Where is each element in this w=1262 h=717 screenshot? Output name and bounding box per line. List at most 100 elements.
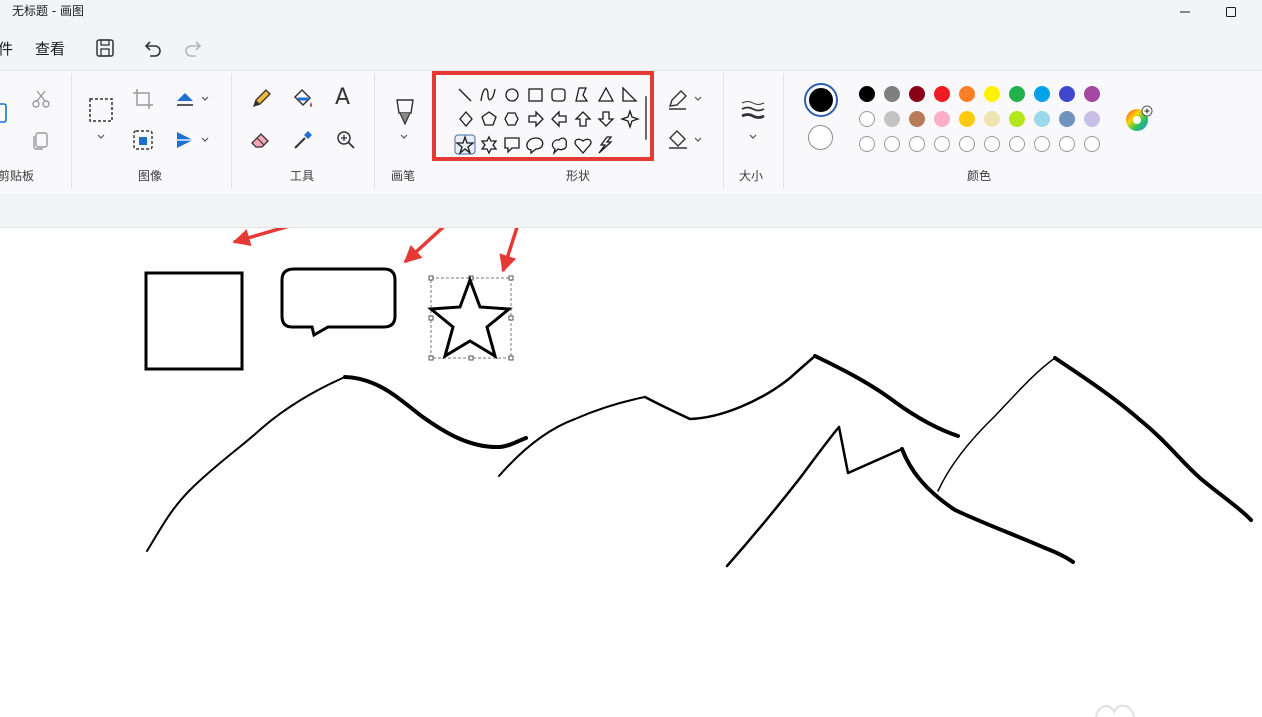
maximize-icon (1226, 7, 1236, 17)
palette-swatch[interactable] (934, 136, 950, 152)
chevron-down-icon[interactable] (97, 133, 105, 141)
primary-color-swatch[interactable] (804, 83, 838, 117)
shape-fill-icon[interactable] (666, 128, 690, 152)
group-label-image: 图像 (138, 169, 163, 183)
palette-swatch[interactable] (909, 136, 925, 152)
heart-shape-icon[interactable] (574, 138, 592, 154)
palette-swatch[interactable] (984, 86, 1000, 102)
palette-swatch[interactable] (1009, 136, 1025, 152)
diamond-shape-icon[interactable] (459, 111, 473, 127)
paste-icon[interactable] (0, 101, 12, 125)
selected-star-shape[interactable] (427, 275, 514, 361)
palette-swatch[interactable] (884, 136, 900, 152)
chevron-down-icon[interactable] (749, 133, 757, 141)
chevron-down-icon[interactable] (201, 95, 209, 103)
palette-swatch[interactable] (1034, 136, 1050, 152)
oval-shape-icon[interactable] (505, 88, 519, 102)
minimize-button[interactable] (1162, 0, 1208, 24)
palette-swatch[interactable] (1059, 86, 1075, 102)
eraser-icon[interactable] (249, 128, 273, 152)
palette-swatch[interactable] (959, 111, 975, 127)
palette-swatch[interactable] (909, 111, 925, 127)
crop-icon[interactable] (131, 87, 155, 111)
palette-swatch[interactable] (984, 136, 1000, 152)
fill-bucket-icon[interactable] (291, 87, 315, 111)
magnifier-icon[interactable] (334, 128, 358, 152)
rectangular-callout-shape-icon[interactable] (504, 137, 520, 154)
menu-view[interactable]: 查看 (35, 38, 65, 59)
group-label-size: 大小 (739, 169, 764, 183)
palette-swatch[interactable] (934, 111, 950, 127)
palette-swatch[interactable] (1084, 111, 1100, 127)
resize-icon[interactable] (131, 128, 155, 152)
oval-callout-shape-icon[interactable] (526, 137, 544, 155)
chevron-down-icon[interactable] (201, 136, 209, 144)
palette-swatch[interactable] (1034, 111, 1050, 127)
left-arrow-shape-icon[interactable] (551, 110, 567, 128)
chevron-down-icon[interactable] (694, 136, 702, 144)
palette-swatch[interactable] (884, 86, 900, 102)
select-icon[interactable] (88, 97, 114, 123)
shapes-scrollbar[interactable] (645, 96, 647, 140)
curve-shape-icon[interactable] (480, 88, 496, 102)
drawn-star (427, 275, 513, 360)
ribbon-separator (231, 73, 232, 189)
cloud-callout-shape-icon[interactable] (551, 137, 568, 156)
palette-swatch[interactable] (859, 111, 875, 127)
right-arrow-shape-icon[interactable] (528, 110, 544, 128)
stroke-size-icon[interactable] (740, 99, 766, 121)
drawn-rectangle[interactable] (144, 271, 244, 371)
color-picker-icon[interactable] (291, 128, 315, 152)
palette-swatch[interactable] (934, 86, 950, 102)
palette-swatch[interactable] (959, 136, 975, 152)
drawn-callout[interactable] (280, 267, 397, 338)
palette-swatch[interactable] (909, 86, 925, 102)
rotate-icon[interactable] (173, 87, 197, 111)
palette-swatch[interactable] (1034, 86, 1050, 102)
undo-icon[interactable] (141, 37, 163, 59)
line-shape-icon[interactable] (458, 88, 472, 102)
pencil-icon[interactable] (249, 87, 273, 111)
maximize-button[interactable] (1208, 0, 1254, 24)
down-arrow-shape-icon[interactable] (597, 111, 615, 127)
shapes-gallery[interactable] (452, 84, 642, 156)
ribbon-toolbar: 剪贴板 图像 A 工具 画笔 形状 大小 颜色 (0, 70, 1262, 194)
palette-swatch[interactable] (1084, 86, 1100, 102)
menu-file[interactable]: 件 (0, 38, 13, 59)
flip-icon[interactable] (173, 128, 197, 152)
palette-swatch[interactable] (959, 86, 975, 102)
chevron-down-icon[interactable] (400, 133, 408, 141)
rounded-rectangle-shape-icon[interactable] (551, 88, 566, 102)
chevron-down-icon[interactable] (694, 95, 702, 103)
hexagon-shape-icon[interactable] (504, 112, 519, 126)
palette-swatch[interactable] (1084, 136, 1100, 152)
drawing-canvas[interactable] (0, 228, 1262, 717)
palette-swatch[interactable] (1059, 136, 1075, 152)
polygon-shape-icon[interactable] (575, 87, 589, 102)
six-point-star-shape-icon[interactable] (480, 135, 498, 155)
triangle-shape-icon[interactable] (597, 86, 615, 102)
palette-swatch[interactable] (1009, 86, 1025, 102)
four-point-star-shape-icon[interactable] (619, 108, 641, 130)
lightning-shape-icon[interactable] (598, 136, 613, 154)
right-triangle-shape-icon[interactable] (622, 86, 638, 102)
cut-icon[interactable] (29, 87, 53, 111)
rectangle-shape-icon[interactable] (528, 88, 543, 102)
text-tool-icon[interactable]: A (335, 85, 350, 110)
palette-swatch[interactable] (859, 136, 875, 152)
brush-icon[interactable] (392, 97, 418, 127)
palette-swatch[interactable] (1059, 111, 1075, 127)
copy-icon[interactable] (29, 128, 53, 152)
redo-icon[interactable] (183, 37, 205, 59)
palette-swatch[interactable] (884, 111, 900, 127)
outline-icon[interactable] (666, 88, 690, 112)
palette-swatch[interactable] (984, 111, 1000, 127)
pentagon-shape-icon[interactable] (481, 111, 497, 126)
edit-colors-icon[interactable] (1124, 105, 1154, 135)
group-label-clipboard: 剪贴板 (0, 169, 35, 183)
up-arrow-shape-icon[interactable] (574, 111, 592, 127)
palette-swatch[interactable] (1009, 111, 1025, 127)
palette-swatch[interactable] (859, 86, 875, 102)
secondary-color-swatch[interactable] (808, 125, 833, 150)
save-icon[interactable] (94, 37, 116, 59)
